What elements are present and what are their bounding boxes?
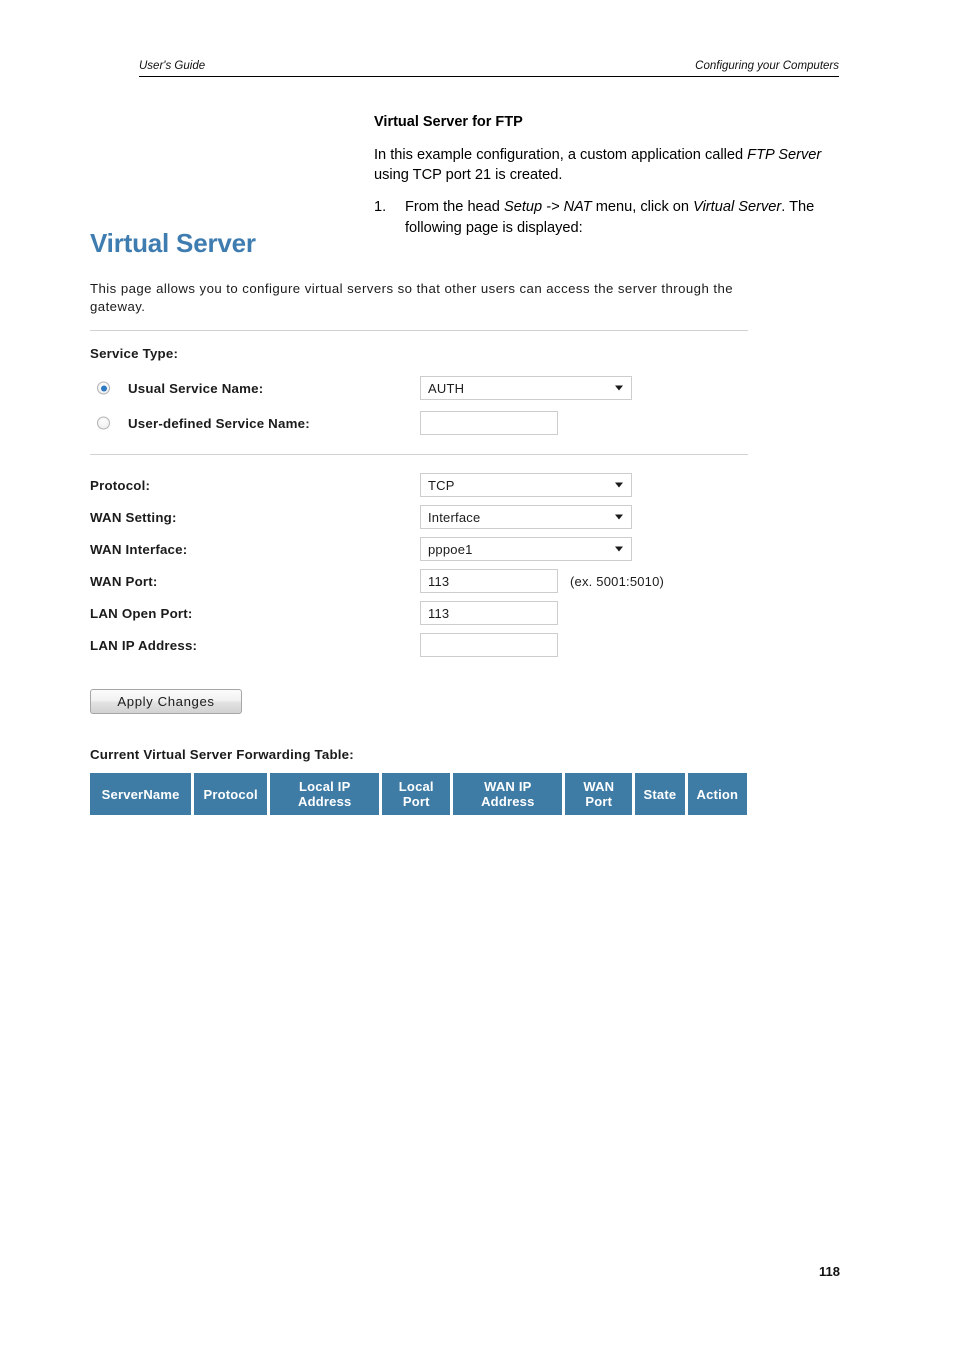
row-wan-interface: WAN Interface: pppoe1 — [90, 533, 750, 565]
usual-service-name-value: AUTH — [428, 380, 465, 396]
lan-ip-address-label: LAN IP Address: — [90, 637, 198, 653]
usual-service-name-select[interactable]: AUTH — [420, 376, 632, 400]
configuration-fields: Protocol: TCP WAN Setting: Interface WAN… — [90, 469, 750, 661]
table-header-wan-ip-address: WAN IP Address — [453, 773, 563, 815]
protocol-label: Protocol: — [90, 477, 151, 493]
usual-service-name-control: AUTH — [420, 376, 632, 400]
page-number: 118 — [819, 1264, 840, 1279]
protocol-value: TCP — [428, 477, 455, 493]
intro-text-part2: using TCP port 21 is created. — [374, 167, 563, 183]
intro-italic-ftp-server: FTP Server — [747, 147, 822, 163]
wan-port-hint: (ex. 5001:5010) — [570, 573, 665, 589]
forwarding-table-caption: Current Virtual Server Forwarding Table: — [90, 747, 354, 762]
lan-open-port-control — [420, 601, 558, 625]
wan-setting-control: Interface — [420, 505, 632, 529]
row-lan-ip-address: LAN IP Address: — [90, 629, 750, 661]
radio-usual-service-name[interactable] — [97, 381, 110, 395]
header-right-text: Configuring your Computers — [695, 60, 839, 72]
page-title: Virtual Server — [90, 228, 256, 258]
user-defined-service-name-label-wrap: User-defined Service Name: — [90, 416, 420, 431]
table-head: ServerName Protocol Local IP Address Loc… — [90, 773, 747, 815]
row-user-defined-service-name: User-defined Service Name: — [90, 407, 750, 439]
document-text-block: Virtual Server for FTP In this example c… — [374, 113, 844, 238]
wan-port-label: WAN Port: — [90, 573, 158, 589]
table-header-local-port: Local Port — [382, 773, 451, 815]
wan-interface-value: pppoe1 — [428, 541, 473, 557]
protocol-control: TCP — [420, 473, 632, 497]
step-text-part2: menu, click on — [591, 199, 694, 215]
radio-user-defined-service-name[interactable] — [97, 416, 110, 430]
usual-service-name-label: Usual Service Name: — [128, 380, 264, 396]
chevron-down-icon — [615, 385, 623, 391]
lan-open-port-input[interactable] — [420, 601, 558, 625]
chevron-down-icon — [615, 482, 623, 488]
service-type-label: Service Type: — [90, 346, 179, 361]
row-wan-port: WAN Port: (ex. 5001:5010) — [90, 565, 750, 597]
wan-setting-value: Interface — [428, 509, 481, 525]
header-left-text: User's Guide — [139, 60, 206, 72]
row-protocol: Protocol: TCP — [90, 469, 750, 501]
list-item-number: 1. — [374, 199, 387, 215]
section-heading: Virtual Server for FTP — [374, 114, 523, 130]
wan-port-input[interactable] — [420, 569, 558, 593]
page-description: This page allows you to configure virtua… — [90, 281, 734, 314]
user-defined-service-name-control — [420, 411, 558, 435]
table-header-state: State — [635, 773, 685, 815]
step-text-part1: From the head — [405, 199, 504, 215]
lan-ip-address-input[interactable] — [420, 633, 558, 657]
protocol-select[interactable]: TCP — [420, 473, 632, 497]
step-italic-virtual-server: Virtual Server — [693, 199, 782, 215]
row-lan-open-port: LAN Open Port: — [90, 597, 750, 629]
wan-interface-select[interactable]: pppoe1 — [420, 537, 632, 561]
page-running-header: User's Guide Configuring your Computers — [139, 54, 839, 77]
table-header-servername: ServerName — [90, 773, 192, 815]
lan-ip-address-control — [420, 633, 558, 657]
wan-setting-label: WAN Setting: — [90, 509, 177, 525]
row-usual-service-name: Usual Service Name: AUTH — [90, 372, 750, 404]
table-header-row: ServerName Protocol Local IP Address Loc… — [90, 773, 747, 815]
row-wan-setting: WAN Setting: Interface — [90, 501, 750, 533]
wan-setting-select[interactable]: Interface — [420, 505, 632, 529]
intro-text-part1: In this example configuration, a custom … — [374, 147, 748, 163]
table-header-local-ip-address: Local IP Address — [270, 773, 380, 815]
table-header-action: Action — [687, 773, 747, 815]
usual-service-name-label-wrap: Usual Service Name: — [90, 381, 420, 396]
wan-interface-control: pppoe1 — [420, 537, 632, 561]
user-defined-service-name-label: User-defined Service Name: — [128, 415, 310, 431]
table-header-wan-port: WAN Port — [565, 773, 633, 815]
table-header-protocol: Protocol — [194, 773, 268, 815]
lan-open-port-label: LAN Open Port: — [90, 605, 193, 621]
virtual-server-forwarding-table: ServerName Protocol Local IP Address Loc… — [87, 770, 750, 818]
wan-port-control: (ex. 5001:5010) — [420, 569, 664, 593]
apply-changes-button[interactable]: Apply Changes — [90, 689, 242, 714]
router-admin-panel: Virtual Server This page allows you to c… — [90, 228, 750, 818]
chevron-down-icon — [615, 546, 623, 552]
intro-paragraph: In this example configuration, a custom … — [374, 145, 844, 185]
chevron-down-icon — [615, 514, 623, 520]
user-defined-service-name-input[interactable] — [420, 411, 558, 435]
step-italic-setup-nat: Setup -> NAT — [503, 199, 592, 215]
wan-interface-label: WAN Interface: — [90, 541, 188, 557]
service-type-group: Usual Service Name: AUTH User-defined Se… — [90, 372, 750, 439]
